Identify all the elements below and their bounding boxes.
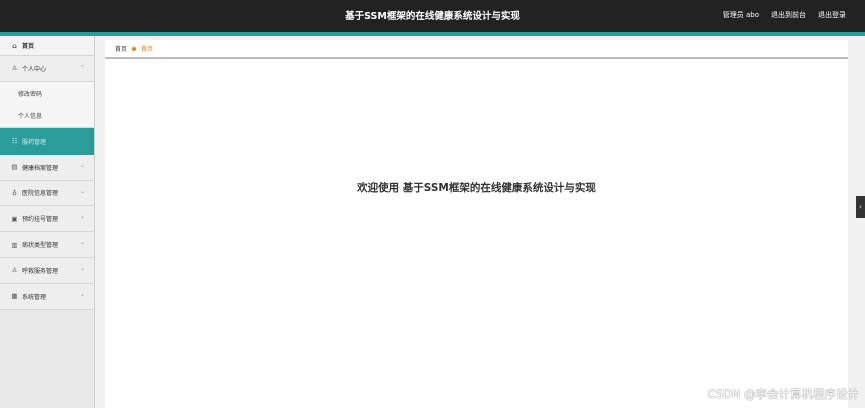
sidebar-item-label: 病状类型管理 — [22, 242, 59, 250]
breadcrumb-current: 首页 — [141, 46, 154, 53]
top-bar-actions: 管理员 abo 退出到前台 退出登录 — [723, 10, 846, 20]
user-icon: ♙ — [11, 64, 18, 73]
admin-label: 管理员 abo — [722, 11, 759, 19]
home-icon: ⌂ — [12, 41, 17, 50]
hospital-icon: ♁ — [12, 188, 17, 197]
sidebar-item-label: 系统管理 — [22, 293, 47, 301]
watermark: CSDN @李会计算机程序设计 — [707, 387, 859, 401]
chevron-left-icon: ‹ — [859, 203, 862, 211]
sidebar-item-label: 健康档案管理 — [22, 164, 59, 172]
sidebar-item-label: 医院信息管理 — [22, 190, 59, 198]
list-icon: ▥ — [11, 240, 18, 249]
chevron-down-icon: ⌄ — [79, 213, 85, 221]
breadcrumb-home[interactable]: 首页 — [115, 44, 127, 53]
sidebar-item-medication[interactable]: ☷ 服药管理 — [0, 127, 94, 155]
main-content: 首页 首页 欢迎使用 基于SSM框架的在线健康系统设计与实现 — [105, 40, 848, 408]
sidebar-item-label: 个人中心 — [22, 65, 47, 73]
sidebar-item-label: 首页 — [22, 43, 35, 50]
accent-bar — [0, 32, 865, 36]
sidebar-item-label: 呼救服务管理 — [22, 267, 59, 275]
chevron-down-icon: ⌄ — [79, 264, 85, 272]
chevron-down-icon: ⌄ — [79, 187, 85, 195]
collapse-toggle-button[interactable]: ‹ — [856, 196, 865, 218]
breadcrumb-dot-icon — [132, 46, 137, 51]
sidebar-item-personal-center[interactable]: ♙ 个人中心 ⌄ — [0, 56, 94, 82]
sidebar-item-emergency-service[interactable]: ♙ 呼救服务管理 ⌄ — [0, 257, 94, 284]
sidebar-item-appointments[interactable]: ▣ 预约挂号管理 ⌄ — [0, 206, 94, 233]
chevron-down-icon: ⌄ — [79, 290, 85, 298]
sidebar-item-health-records[interactable]: ▤ 健康档案管理 ⌄ — [0, 154, 94, 181]
settings-icon: ▦ — [11, 292, 18, 301]
calendar-icon: ▣ — [11, 214, 18, 223]
sidebar: ⌂ 首页 ♙ 个人中心 ⌄ 修改密码 个人信息 ☷ 服药管理 ▤ 健康档案管理 … — [0, 36, 95, 408]
file-icon: ▤ — [11, 163, 18, 172]
sidebar-item-symptom-types[interactable]: ▥ 病状类型管理 ⌄ — [0, 232, 94, 258]
sidebar-item-hospital-info[interactable]: ♁ 医院信息管理 ⌄ — [0, 180, 94, 207]
chevron-down-icon: ⌄ — [79, 161, 85, 169]
sidebar-item-label: 预约挂号管理 — [22, 216, 59, 224]
sidebar-subitem-personal-info[interactable]: 个人信息 — [0, 104, 94, 128]
sidebar-subitem-change-password[interactable]: 修改密码 — [0, 81, 94, 105]
users-icon: ☷ — [11, 137, 18, 146]
back-to-frontend-link[interactable]: 退出到前台 — [771, 10, 806, 20]
sidebar-item-home[interactable]: ⌂ 首页 — [0, 36, 94, 56]
chevron-up-icon: ⌄ — [79, 63, 85, 70]
person-icon: ♙ — [11, 266, 18, 275]
logout-link[interactable]: 退出登录 — [818, 10, 846, 20]
welcome-message: 欢迎使用 基于SSM框架的在线健康系统设计与实现 — [357, 182, 596, 194]
sidebar-item-label: 服药管理 — [22, 138, 47, 146]
chevron-down-icon: ⌄ — [79, 239, 85, 247]
sidebar-item-system[interactable]: ▦ 系统管理 ⌄ — [0, 283, 94, 310]
top-bar: 基于SSM框架的在线健康系统设计与实现 管理员 abo 退出到前台 退出登录 — [0, 0, 865, 32]
breadcrumb: 首页 首页 — [105, 40, 848, 59]
